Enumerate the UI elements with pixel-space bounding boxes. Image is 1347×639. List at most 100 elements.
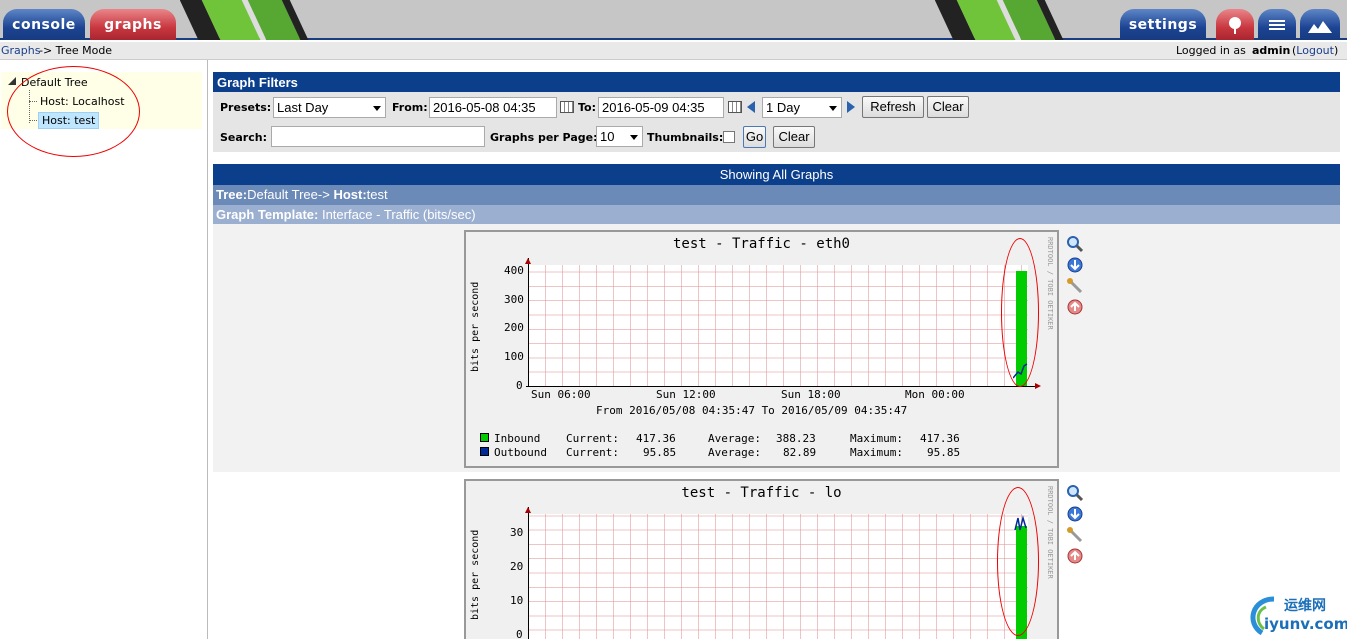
breadcrumb-current: -> Tree Mode xyxy=(39,44,113,57)
tab-graphs[interactable]: graphs xyxy=(90,9,176,40)
x-tick: Sun 12:00 xyxy=(656,388,716,401)
mountain-chart-icon xyxy=(1308,21,1332,33)
graphs-per-page-select[interactable]: 10 xyxy=(596,126,643,147)
tree-view-button[interactable] xyxy=(1216,9,1254,40)
outbound-average: 82.89 xyxy=(783,446,817,459)
list-icon xyxy=(1269,20,1285,30)
graphs-per-page-label: Graphs per Page: xyxy=(490,131,598,144)
tab-settings[interactable]: settings xyxy=(1120,9,1206,40)
preview-view-button[interactable] xyxy=(1300,9,1340,40)
list-view-button[interactable] xyxy=(1258,9,1296,40)
y-tick: 400 xyxy=(504,264,524,277)
clear-button[interactable]: Clear xyxy=(927,96,969,118)
breadcrumb-graphs-link[interactable]: Graphs xyxy=(1,42,40,59)
legend-outbound-name: Outbound xyxy=(494,446,547,459)
graph-template-value: Interface - Traffic (bits/sec) xyxy=(318,207,476,222)
breadcrumb-bar: Graphs -> Tree Mode Logged in as admin (… xyxy=(0,42,1347,60)
y-tick: 0 xyxy=(516,379,523,392)
from-date-input[interactable]: 2016-05-08 04:35 xyxy=(429,97,557,118)
plot-area xyxy=(529,514,1028,639)
host-label: Host: xyxy=(333,187,367,202)
timespan-select[interactable]: 1 Day xyxy=(762,97,842,118)
y-axis-label: bits per second xyxy=(470,281,481,372)
inbound-current: 417.36 xyxy=(636,432,676,445)
to-label: To: xyxy=(578,101,596,114)
watermark-domain: iyunv.com xyxy=(1264,615,1347,633)
graph-filters-header: Graph Filters xyxy=(213,72,1340,92)
y-tick: 10 xyxy=(510,594,524,607)
top-navigation-bar: console graphs settings xyxy=(0,0,1347,40)
graph-title: test - Traffic - lo xyxy=(681,485,842,501)
date-range: From 2016/05/08 04:35:47 To 2016/05/09 0… xyxy=(596,404,908,417)
logged-in-text: Logged in as xyxy=(1176,44,1250,57)
to-calendar-icon[interactable] xyxy=(728,101,742,113)
inbound-maximum: 417.36 xyxy=(920,432,960,445)
username: admin xyxy=(1252,44,1291,57)
header-decoration-right xyxy=(935,0,1110,40)
traffic-graph-lo[interactable]: test - Traffic - lo bits per second RRDT… xyxy=(464,479,1059,639)
spikekill-icon[interactable] xyxy=(1066,547,1084,565)
thumbnails-checkbox[interactable] xyxy=(723,131,735,143)
spikekill-icon[interactable] xyxy=(1066,298,1084,316)
tree-value: Default Tree-> xyxy=(247,187,334,202)
outbound-swatch xyxy=(480,447,489,456)
graph-filters-panel: Presets: Last Day From: 2016-05-08 04:35… xyxy=(213,92,1340,152)
y-tick: 300 xyxy=(504,293,524,306)
export-icon[interactable] xyxy=(1066,505,1084,523)
from-calendar-icon[interactable] xyxy=(560,101,574,113)
thumbnails-label: Thumbnails: xyxy=(647,131,724,144)
y-tick: 100 xyxy=(504,350,524,363)
tree-root-icon xyxy=(8,77,16,85)
watermark-logo: 运维网 iyunv.com xyxy=(1244,593,1347,637)
x-tick: Sun 18:00 xyxy=(781,388,841,401)
inbound-swatch xyxy=(480,433,489,442)
wrench-icon[interactable] xyxy=(1066,277,1084,295)
search-input[interactable] xyxy=(271,126,485,147)
highlight-circle-tree xyxy=(7,66,140,157)
outbound-current: 95.85 xyxy=(643,446,677,459)
header-decoration-left xyxy=(180,0,340,40)
x-tick: Mon 00:00 xyxy=(905,388,965,401)
logout-link[interactable]: Logout xyxy=(1296,44,1334,57)
graph-template-label: Graph Template: xyxy=(216,207,319,222)
watermark-cn: 运维网 xyxy=(1284,598,1326,614)
refresh-button[interactable]: Refresh xyxy=(862,96,924,118)
presets-select[interactable]: Last Day xyxy=(273,97,386,118)
rrdtool-credit: RRDTOOL / TOBI OETIKER xyxy=(1046,237,1054,330)
y-tick: 200 xyxy=(504,321,524,334)
y-tick: 0 xyxy=(516,628,523,639)
inbound-average: 388.23 xyxy=(776,432,816,445)
showing-all-graphs-header: Showing All Graphs xyxy=(213,164,1340,185)
zoom-icon[interactable] xyxy=(1066,484,1084,502)
tab-console[interactable]: console xyxy=(3,9,85,40)
to-date-input[interactable]: 2016-05-09 04:35 xyxy=(598,97,724,118)
tree-icon xyxy=(1229,17,1241,34)
presets-label: Presets: xyxy=(220,101,272,114)
zoom-icon[interactable] xyxy=(1066,235,1084,253)
graph-title: test - Traffic - eth0 xyxy=(672,236,850,252)
host-value: test xyxy=(366,187,388,202)
clear-search-button[interactable]: Clear xyxy=(773,126,815,148)
sidebar-divider xyxy=(207,60,208,639)
go-button[interactable]: Go xyxy=(743,126,766,148)
plot-area xyxy=(529,265,1028,386)
highlight-circle-graph1 xyxy=(1001,238,1039,387)
wrench-icon[interactable] xyxy=(1066,526,1084,544)
shift-right-icon[interactable] xyxy=(845,100,857,114)
from-label: From: xyxy=(392,101,428,114)
shift-left-icon[interactable] xyxy=(745,100,757,114)
rrdtool-credit: RRDTOOL / TOBI OETIKER xyxy=(1046,486,1054,579)
y-tick: 20 xyxy=(510,560,524,573)
outbound-maximum: 95.85 xyxy=(927,446,961,459)
tree-label: Tree: xyxy=(216,187,248,202)
y-tick: 30 xyxy=(510,526,524,539)
x-tick: Sun 06:00 xyxy=(531,388,591,401)
traffic-graph-eth0[interactable]: test - Traffic - eth0 bits per second RR… xyxy=(464,230,1059,468)
export-icon[interactable] xyxy=(1066,256,1084,274)
legend-inbound-name: Inbound xyxy=(494,432,541,445)
tree-host-row: Tree:Default Tree-> Host:test xyxy=(213,185,1340,205)
search-label: Search: xyxy=(220,131,267,144)
graph-template-row: Graph Template: Interface - Traffic (bit… xyxy=(213,205,1340,224)
highlight-circle-graph2 xyxy=(997,487,1039,636)
y-axis-label: bits per second xyxy=(470,529,481,620)
